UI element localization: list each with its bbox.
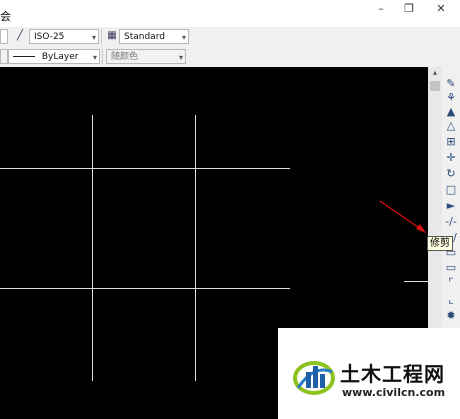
properties-toolbar: ByLayer ▾ 随颜色 ▾ <box>0 47 460 68</box>
restore-button[interactable]: ❐ <box>398 2 420 16</box>
styles-toolbar: ╱ ISO-25 ▾ ▦ Standard ▾ <box>0 27 460 48</box>
plotstyle-value: 随颜色 <box>111 52 139 62</box>
tablestyle-combo[interactable]: Standard ▾ <box>119 29 189 44</box>
linetype-sample <box>13 56 35 57</box>
scroll-up-icon[interactable]: ▴ <box>428 67 442 79</box>
explode-icon[interactable]: ✹ <box>443 308 459 323</box>
chevron-down-icon: ▾ <box>92 53 97 62</box>
linetype-value: ByLayer <box>41 52 79 62</box>
textstyle-combo-partial[interactable] <box>0 29 8 44</box>
watermark-logo: 土木工程网 www.civilcn.com <box>278 328 460 419</box>
tablestyle-icon[interactable]: ▦ <box>105 29 119 43</box>
watermark-name: 土木工程网 <box>340 362 445 386</box>
layer-combo-partial[interactable] <box>0 49 8 64</box>
erase-icon[interactable]: ✎ <box>443 76 459 91</box>
chevron-down-icon: ▾ <box>91 33 96 42</box>
stretch-icon[interactable]: ► <box>443 198 459 213</box>
mirror-icon[interactable]: ▲ <box>443 104 459 119</box>
scale-icon[interactable]: □ <box>443 182 459 197</box>
copy-icon[interactable]: ⚘ <box>443 90 459 105</box>
offset-icon[interactable]: △ <box>443 118 459 133</box>
chevron-down-icon: ▾ <box>178 53 183 62</box>
dimstyle-value: ISO-25 <box>34 32 65 42</box>
toolbar-separator <box>101 29 102 44</box>
join-icon[interactable]: ▭ <box>443 260 459 275</box>
trim-icon[interactable]: -/- <box>443 214 459 229</box>
toolbar-separator <box>102 49 103 64</box>
dimstyle-combo[interactable]: ISO-25 ▾ <box>29 29 99 44</box>
watermark-url: www.civilcn.com <box>342 386 446 399</box>
linetype-combo[interactable]: ByLayer ▾ <box>8 49 100 64</box>
civilcn-logo-icon <box>293 361 335 395</box>
dimstyle-icon[interactable]: ╱ <box>13 29 27 43</box>
minimize-button[interactable]: – <box>370 2 392 16</box>
tablestyle-value: Standard <box>124 32 165 42</box>
close-button[interactable]: ✕ <box>430 2 452 16</box>
window-title-fragment: 会 <box>0 10 11 23</box>
scroll-thumb[interactable] <box>430 81 440 91</box>
fillet-icon[interactable]: ⌞ <box>443 292 459 307</box>
array-icon[interactable]: ⊞ <box>443 134 459 149</box>
title-bar: 会 – ❐ ✕ <box>0 0 460 27</box>
vertical-scrollbar[interactable]: ▴ <box>428 67 442 337</box>
tooltip-trim: 修剪 <box>427 236 453 251</box>
chevron-down-icon: ▾ <box>181 33 186 42</box>
move-icon[interactable]: ✛ <box>443 150 459 165</box>
rotate-icon[interactable]: ↻ <box>443 166 459 181</box>
chamfer-icon[interactable]: ⌜ <box>443 275 459 290</box>
plotstyle-combo[interactable]: 随颜色 ▾ <box>106 49 186 64</box>
